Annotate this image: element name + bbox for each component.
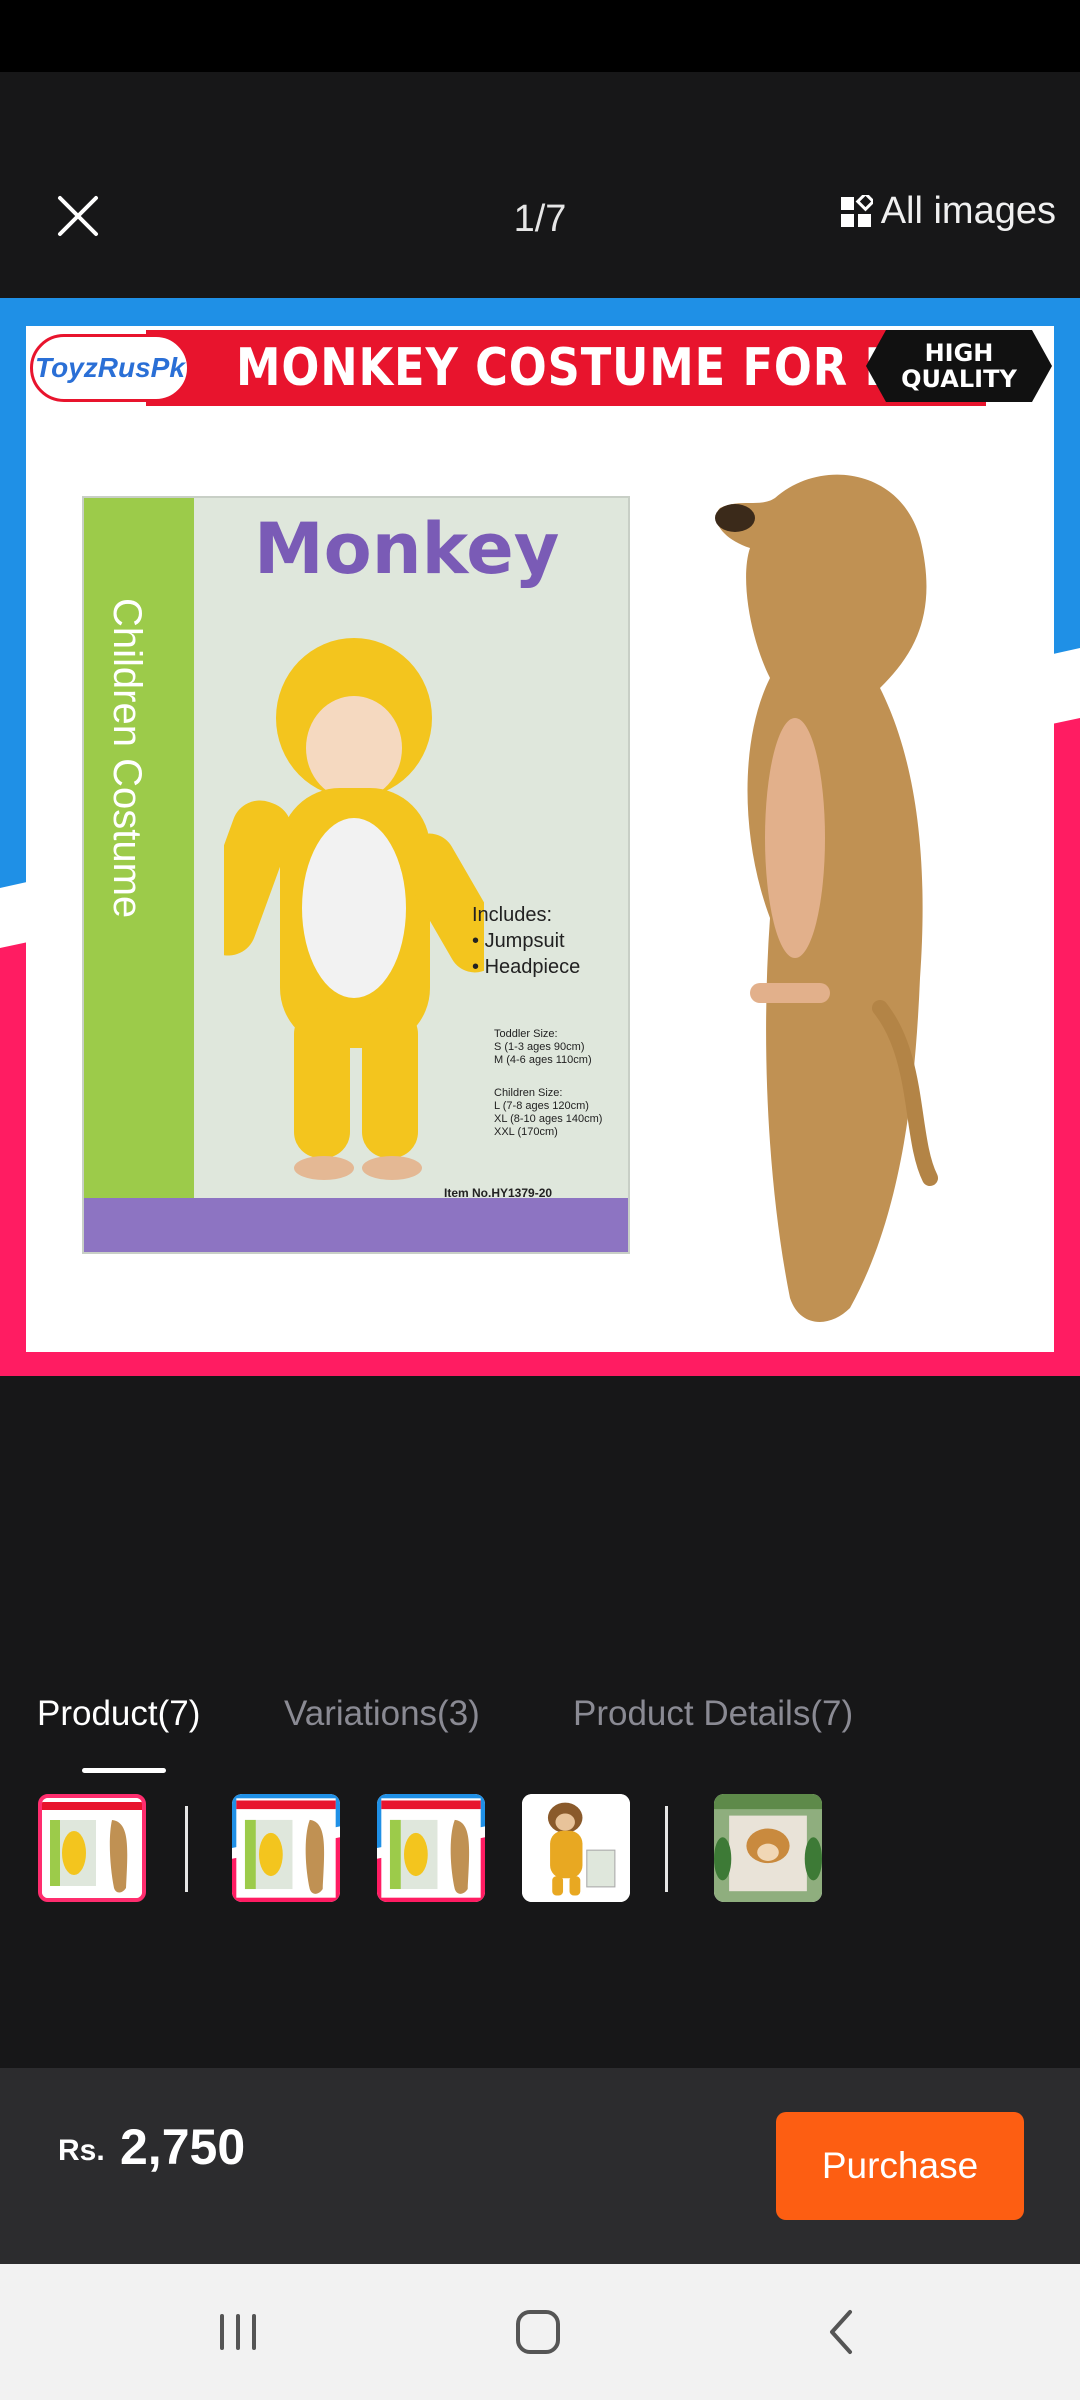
package-title: Monkey [254, 508, 560, 590]
high-quality-badge: HIGH QUALITY [864, 326, 1054, 406]
costume-package: Children Costume Monkey Includes: • Jump… [82, 496, 630, 1254]
package-size-chart: Toddler Size: S (1-3 ages 90cm) M (4-6 a… [494, 1028, 603, 1138]
thumb-image [232, 1794, 340, 1902]
tab-product-details[interactable]: Product Details(7) [573, 1694, 853, 1734]
badge-line-1: HIGH [924, 339, 994, 367]
product-image[interactable]: MONKEY COSTUME FOR KIDS ToyzRusPk HIGH Q… [0, 298, 1080, 1376]
thumb-image [377, 1794, 485, 1902]
back-icon[interactable] [812, 2302, 872, 2362]
thumb-detail-1[interactable] [714, 1794, 822, 1902]
price-value: 2,750 [120, 2119, 246, 2175]
package-includes: Includes: • Jumpsuit • Headpiece [472, 902, 580, 980]
thumb-image [714, 1794, 822, 1902]
thumb-product-1[interactable] [38, 1794, 146, 1902]
thumb-divider [185, 1806, 188, 1892]
thumb-image [522, 1794, 630, 1902]
badge-line-2: QUALITY [901, 365, 1017, 393]
brand-logo: ToyzRusPk [30, 334, 190, 402]
all-images-button[interactable]: All images [839, 190, 1056, 233]
tab-product[interactable]: Product(7) [37, 1694, 200, 1734]
brown-monkey-costume-photo [715, 474, 938, 1322]
purchase-button[interactable]: Purchase [776, 2112, 1024, 2220]
all-images-label: All images [880, 190, 1056, 232]
thumb-variation-3[interactable] [522, 1794, 630, 1902]
package-side-text: Children Costume [105, 598, 149, 919]
status-bar [0, 0, 1080, 72]
thumb-variation-1[interactable] [232, 1794, 340, 1902]
thumb-divider [665, 1806, 668, 1892]
home-icon[interactable] [508, 2302, 568, 2362]
recents-icon[interactable] [208, 2302, 268, 2362]
brand-logo-text: ToyzRusPk [35, 352, 185, 383]
grid-icon [840, 194, 873, 227]
includes-item: • Headpiece [472, 956, 581, 978]
includes-title: Includes: [472, 904, 553, 926]
image-category-tabs: Product(7) Variations(3) Product Details… [0, 1694, 1080, 1774]
package-purple-band [84, 1198, 628, 1252]
includes-item: • Jumpsuit [472, 930, 565, 952]
price-currency: Rs. [58, 2134, 105, 2167]
child-in-costume-illustration [224, 638, 484, 1180]
tab-variations[interactable]: Variations(3) [284, 1694, 480, 1734]
thumb-image [42, 1798, 142, 1898]
thumbnail-strip [0, 1794, 1080, 1904]
thumb-variation-2[interactable] [377, 1794, 485, 1902]
product-banner: MONKEY COSTUME FOR KIDS ToyzRusPk HIGH Q… [26, 326, 1054, 406]
product-image-viewer: 1/7 All images MONKEY COSTUME FOR KIDS T… [0, 0, 1080, 2400]
active-tab-indicator [82, 1768, 166, 1773]
